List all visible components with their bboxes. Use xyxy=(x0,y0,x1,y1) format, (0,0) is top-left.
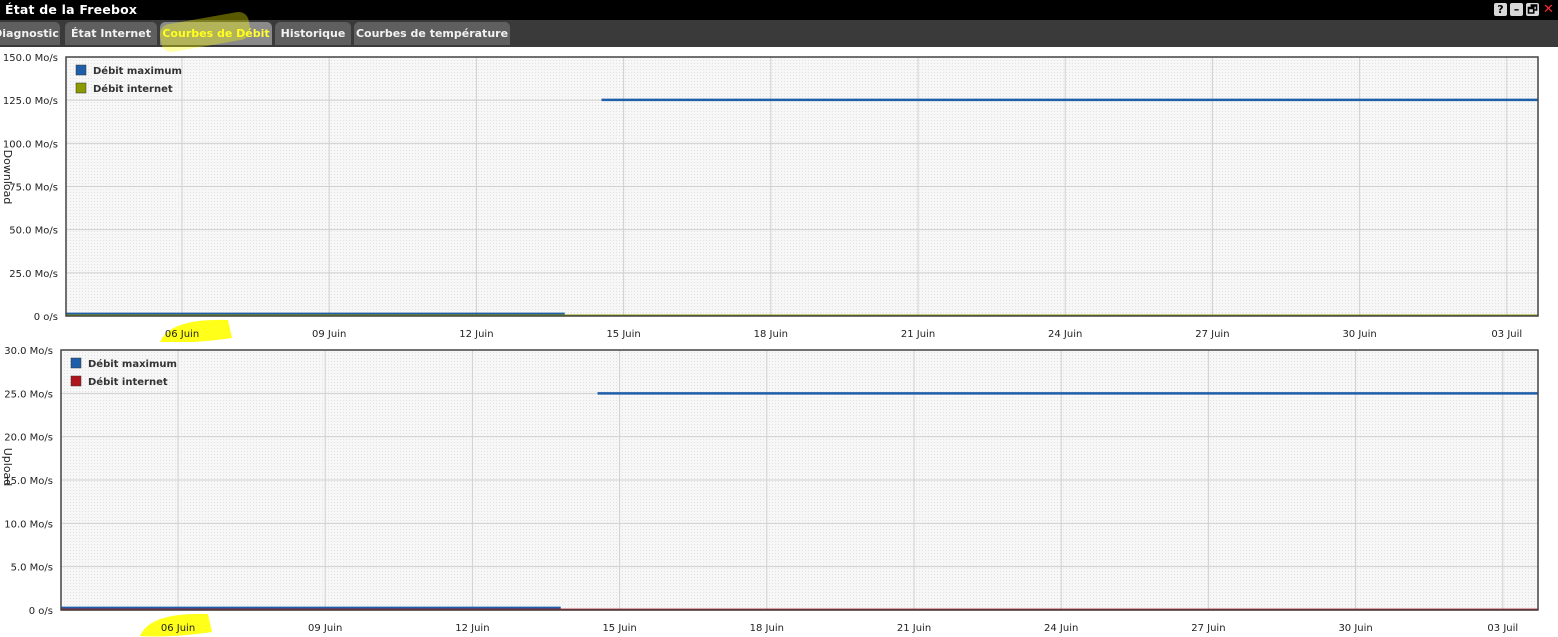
y-tick-label: 25.0 Mo/s xyxy=(4,389,53,400)
y-tick-label: 0 o/s xyxy=(29,606,53,617)
window-titlebar: État de la Freebox ? – 🗗 ✕ xyxy=(0,0,1558,20)
window-title: État de la Freebox xyxy=(5,2,138,17)
minimize-button[interactable]: – xyxy=(1510,3,1523,16)
y-axis-label: Upload xyxy=(1,448,14,487)
y-tick-label: 25.0 Mo/s xyxy=(9,269,58,280)
x-tick-label: 06 Juin xyxy=(165,329,199,340)
x-tick-label: 15 Juin xyxy=(602,623,636,634)
x-tick-label: 12 Juin xyxy=(455,623,489,634)
x-tick-label: 03 Juil xyxy=(1491,329,1522,340)
y-tick-label: 20.0 Mo/s xyxy=(4,433,53,444)
upload-chart: 30.0 Mo/s 25.0 Mo/s 20.0 Mo/s 15.0 Mo/s 10.0… xyxy=(0,342,1558,637)
y-tick-label: 30.0 Mo/s xyxy=(4,346,53,357)
x-tick-label: 21 Juin xyxy=(901,329,935,340)
legend-label: Débit internet xyxy=(93,83,173,95)
close-button[interactable]: ✕ xyxy=(1542,3,1555,16)
y-tick-label: 75.0 Mo/s xyxy=(9,183,58,194)
upload-chart-svg: 30.0 Mo/s25.0 Mo/s20.0 Mo/s15.0 Mo/s10.0… xyxy=(1,346,1539,637)
tab-etat-internet[interactable]: État Internet xyxy=(65,22,157,45)
y-tick-label: 10.0 Mo/s xyxy=(4,519,53,530)
x-tick-label: 24 Juin xyxy=(1044,623,1078,634)
help-button[interactable]: ? xyxy=(1494,3,1507,16)
download-chart-svg: 150.0 Mo/s125.0 Mo/s100.0 Mo/s75.0 Mo/s5… xyxy=(1,53,1539,342)
x-tick-label: 06 Juin xyxy=(161,623,195,634)
x-tick-label: 30 Juin xyxy=(1342,329,1376,340)
tab-courbes-temperature[interactable]: Courbes de température xyxy=(354,22,510,45)
x-tick-label: 21 Juin xyxy=(897,623,931,634)
y-tick-label: 50.0 Mo/s xyxy=(9,226,58,237)
x-tick-label: 24 Juin xyxy=(1048,329,1082,340)
x-tick-label: 18 Juin xyxy=(750,623,784,634)
y-tick-label: 5.0 Mo/s xyxy=(11,563,53,574)
x-tick-label: 27 Juin xyxy=(1195,329,1229,340)
x-tick-label: 27 Juin xyxy=(1191,623,1225,634)
maximize-button[interactable]: 🗗 xyxy=(1526,3,1539,16)
tab-bar: Diagnostic État Internet Courbes de Débi… xyxy=(0,20,1558,47)
tab-historique[interactable]: Historique xyxy=(275,22,351,45)
x-tick-label: 18 Juin xyxy=(754,329,788,340)
legend-swatch xyxy=(70,357,82,369)
x-tick-label: 30 Juin xyxy=(1338,623,1372,634)
y-tick-label: 125.0 Mo/s xyxy=(3,96,58,107)
x-tick-label: 09 Juin xyxy=(308,623,342,634)
x-tick-label: 09 Juin xyxy=(312,329,346,340)
x-tick-label: 12 Juin xyxy=(459,329,493,340)
download-chart: 150.0 Mo/s 125.0 Mo/s 100.0 Mo/s 75.0 Mo/s 5… xyxy=(0,47,1558,342)
tab-diagnostic[interactable]: Diagnostic xyxy=(0,22,60,45)
legend-label: Débit maximum xyxy=(93,65,182,77)
legend-label: Débit internet xyxy=(88,376,168,388)
legend-label: Débit maximum xyxy=(88,358,177,370)
x-tick-label: 15 Juin xyxy=(606,329,640,340)
y-axis-label: Download xyxy=(1,150,14,205)
y-tick-label: 150.0 Mo/s xyxy=(3,53,58,64)
legend-swatch xyxy=(75,64,87,76)
x-tick-label: 03 Juil xyxy=(1487,623,1518,634)
tab-courbes-debit[interactable]: Courbes de Débit xyxy=(160,22,272,45)
y-tick-label: 0 o/s xyxy=(34,312,58,323)
legend-swatch xyxy=(75,82,87,94)
legend-swatch xyxy=(70,375,82,387)
